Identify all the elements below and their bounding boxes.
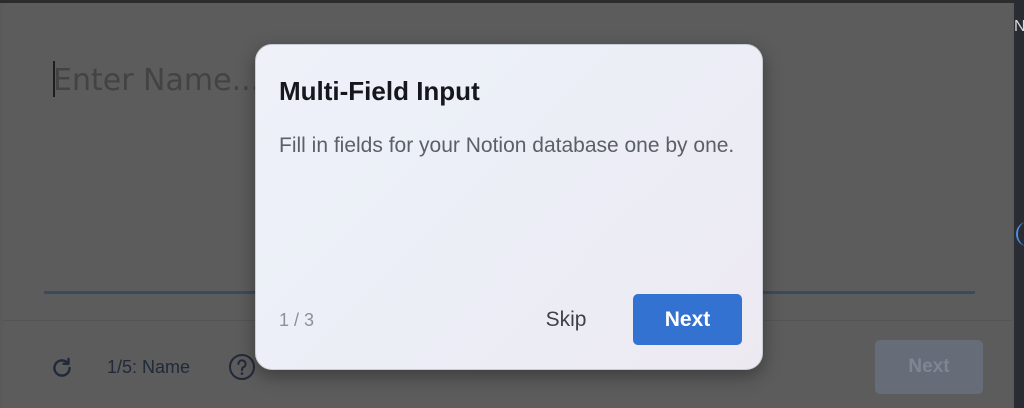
refresh-icon[interactable]: [49, 355, 75, 381]
tour-progress: 1 / 3: [279, 310, 315, 330]
skip-button[interactable]: Skip: [526, 297, 606, 343]
popover-body: Fill in fields for your Notion database …: [279, 134, 735, 157]
edge-arc: [1014, 222, 1024, 246]
text-caret: [53, 61, 55, 97]
tour-popover: Multi-Field Input Fill in fields for you…: [255, 44, 763, 370]
step-label: 1/5: Name: [107, 357, 191, 377]
screen: 1/5: Name Next N Multi-Field Input Fill …: [0, 0, 1024, 408]
next-button[interactable]: Next: [633, 294, 742, 345]
next-button-disabled[interactable]: Next: [875, 340, 983, 394]
popover-title: Multi-Field Input: [279, 76, 480, 106]
help-icon[interactable]: [228, 353, 256, 381]
edge-glyph: N: [1014, 18, 1024, 35]
window-edge-right: [1014, 0, 1024, 408]
